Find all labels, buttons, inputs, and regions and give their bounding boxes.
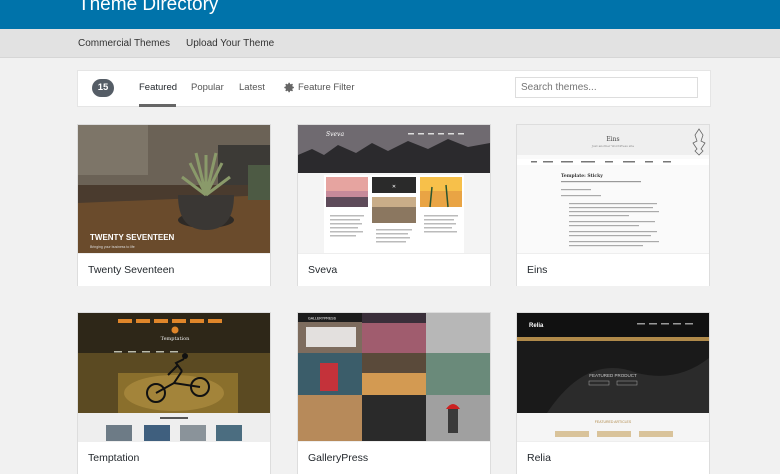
theme-card-sveva[interactable]: Sveva ✕ Sveva xyxy=(297,124,491,286)
theme-name: Eins xyxy=(527,264,548,276)
page-title: Theme Directory xyxy=(78,0,219,15)
theme-card-twenty-seventeen[interactable]: TWENTY SEVENTEEN Bringing your business … xyxy=(77,124,271,286)
screenshot-title: Sveva xyxy=(326,131,344,138)
theme-card-relia[interactable]: Relia FEATURED PRODUCT FEATURED ARTICLES… xyxy=(516,312,710,474)
screenshot-title: TWENTY SEVENTEEN xyxy=(90,233,175,242)
upload-theme-link[interactable]: Upload Your Theme xyxy=(186,38,274,49)
screenshot-heading: Template: Sticky xyxy=(561,173,603,179)
feature-filter-button[interactable]: Feature Filter xyxy=(298,82,355,93)
screenshot-title: GALLERYPRESS xyxy=(308,317,337,321)
theme-card-temptation[interactable]: Temptation Temptation xyxy=(77,312,271,474)
theme-count-badge: 15 xyxy=(92,79,114,97)
tab-popular[interactable]: Popular xyxy=(191,82,224,93)
theme-screenshot: Sveva ✕ xyxy=(298,125,490,253)
theme-screenshot: Temptation xyxy=(78,313,270,441)
sub-navigation: Commercial Themes Upload Your Theme xyxy=(0,29,780,58)
commercial-themes-link[interactable]: Commercial Themes xyxy=(78,38,170,49)
screenshot-title: Relia xyxy=(529,323,544,329)
svg-text:✕: ✕ xyxy=(392,184,396,190)
screenshot-tagline: Just another WordPress site xyxy=(591,144,635,148)
screenshot-tagline: Bringing your business to life xyxy=(90,245,135,249)
screenshot-title: Temptation xyxy=(161,336,190,342)
theme-name: Temptation xyxy=(88,452,140,464)
theme-name: Relia xyxy=(527,452,551,464)
tab-latest[interactable]: Latest xyxy=(239,82,265,93)
theme-filter-bar: 15 Featured Popular Latest Feature Filte… xyxy=(77,70,711,107)
active-tab-indicator xyxy=(139,104,176,107)
search-input[interactable] xyxy=(515,77,698,98)
screenshot-heading: FEATURED ARTICLES xyxy=(595,420,632,424)
theme-name: Sveva xyxy=(308,264,338,276)
theme-screenshot: TWENTY SEVENTEEN Bringing your business … xyxy=(78,125,270,253)
gear-icon[interactable] xyxy=(284,82,295,93)
theme-name: Twenty Seventeen xyxy=(88,264,175,276)
screenshot-title: Eins xyxy=(606,136,619,143)
theme-card-eins[interactable]: Eins Just another WordPress site Templat… xyxy=(516,124,710,286)
site-header: Theme Directory xyxy=(0,0,780,29)
theme-screenshot: Relia FEATURED PRODUCT FEATURED ARTICLES xyxy=(517,313,709,441)
screenshot-subtitle: FEATURED PRODUCT xyxy=(589,373,637,378)
theme-name: GalleryPress xyxy=(308,452,369,464)
theme-card-gallerypress[interactable]: GALLERYPRESS GalleryPress xyxy=(297,312,491,474)
theme-screenshot: GALLERYPRESS xyxy=(298,313,490,441)
theme-screenshot: Eins Just another WordPress site Templat… xyxy=(517,125,709,253)
tab-featured[interactable]: Featured xyxy=(139,82,177,93)
